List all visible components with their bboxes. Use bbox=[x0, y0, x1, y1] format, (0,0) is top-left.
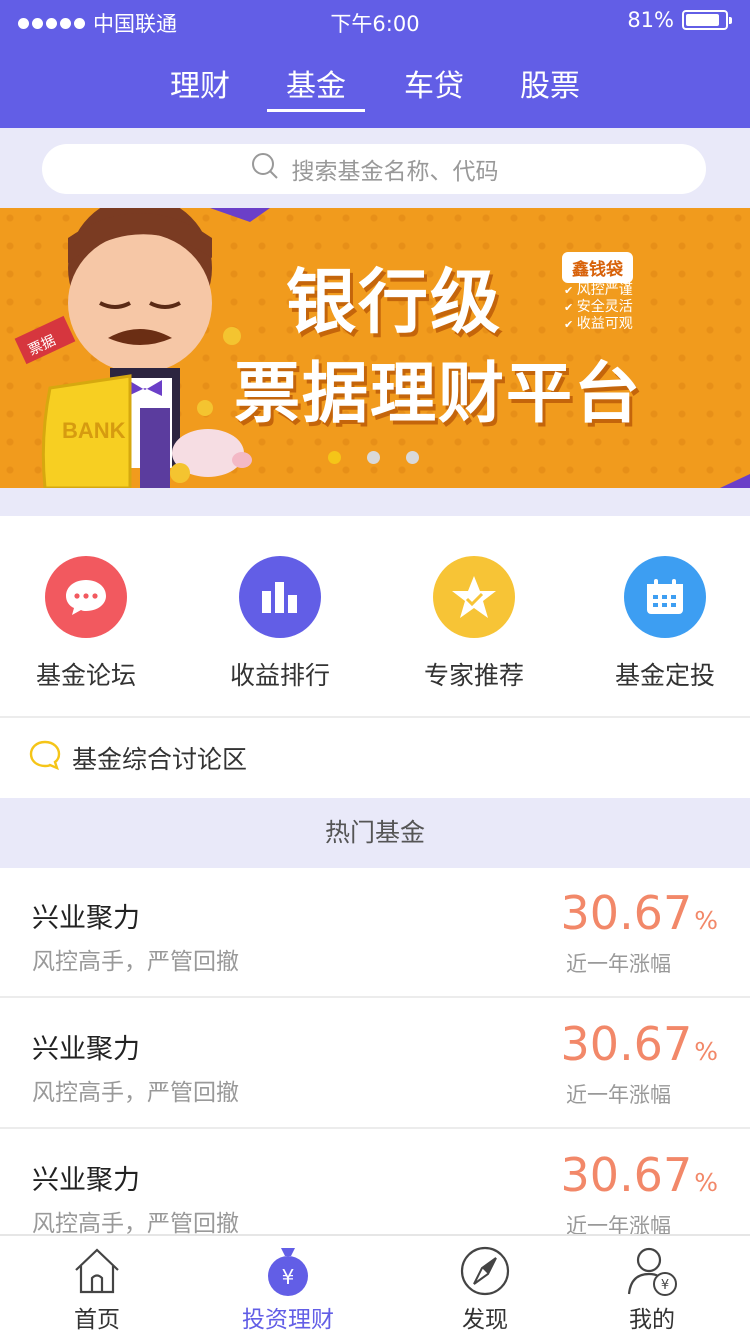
tabbar-label: 发现 bbox=[462, 1307, 508, 1333]
banner-feature: 风控严谨 bbox=[564, 282, 633, 299]
tabbar-label: 我的 bbox=[629, 1307, 675, 1333]
tabbar-item-mine[interactable]: ¥ 我的 bbox=[592, 1244, 712, 1334]
forum-label: 基金综合讨论区 bbox=[72, 745, 248, 774]
fund-desc: 风控高手，严管回撤 bbox=[32, 949, 239, 975]
speech-bubble-icon bbox=[28, 739, 62, 777]
pager-dot-active[interactable] bbox=[328, 451, 341, 464]
fund-rate-unit: % bbox=[694, 1037, 718, 1066]
banner-feature: 安全灵活 bbox=[564, 299, 633, 316]
fund-row[interactable]: 兴业聚力 风控高手，严管回撤 30.67% 近一年涨幅 bbox=[0, 999, 750, 1129]
search-input[interactable]: 搜索基金名称、代码 bbox=[42, 144, 706, 194]
banner-feature: 收益可观 bbox=[564, 316, 633, 333]
search-area: 搜索基金名称、代码 bbox=[0, 128, 750, 208]
banner-features: 风控严谨 安全灵活 收益可观 bbox=[564, 282, 633, 333]
quick-link-label: 基金论坛 bbox=[35, 661, 136, 690]
compass-icon bbox=[425, 1244, 545, 1298]
fund-rate-value: 30.67 bbox=[560, 1017, 693, 1071]
fund-rate-unit: % bbox=[694, 906, 718, 935]
pager-dot[interactable] bbox=[406, 451, 419, 464]
calendar-icon bbox=[624, 556, 706, 638]
bar-chart-icon bbox=[239, 556, 321, 638]
banner-subheadline: 票据理财平台 bbox=[234, 355, 642, 432]
banner-decoration bbox=[720, 474, 750, 488]
search-icon bbox=[250, 151, 280, 187]
hot-funds-title: 热门基金 bbox=[0, 798, 750, 868]
quick-link-auto-invest[interactable]: 基金定投 bbox=[580, 556, 750, 692]
quick-link-expert[interactable]: 专家推荐 bbox=[389, 556, 559, 692]
banner-headline: 银行级 bbox=[286, 261, 502, 343]
fund-row[interactable]: 兴业聚力 风控高手，严管回撤 30.67% 近一年涨幅 bbox=[0, 868, 750, 998]
svg-text:¥: ¥ bbox=[661, 1278, 669, 1293]
tab-jijin[interactable]: 基金 bbox=[266, 64, 366, 112]
money-bag-icon: ¥ bbox=[228, 1244, 348, 1298]
battery-percent: 81% bbox=[627, 8, 674, 32]
bottom-tab-bar: 首页 ¥ 投资理财 发现 ¥ 我的 bbox=[0, 1234, 750, 1334]
chat-bubble-icon bbox=[45, 556, 127, 638]
fund-rate-label: 近一年涨幅 bbox=[566, 952, 671, 976]
quick-link-label: 收益排行 bbox=[229, 661, 330, 690]
banner-brand: 鑫钱袋 bbox=[562, 252, 633, 283]
fund-rate: 30.67% bbox=[561, 886, 718, 940]
top-tabs: 理财 基金 车贷 股票 bbox=[0, 64, 750, 116]
fund-desc: 风控高手，严管回撤 bbox=[32, 1080, 239, 1106]
svg-text:BANK: BANK bbox=[62, 418, 126, 443]
fund-name: 兴业聚力 bbox=[32, 903, 140, 934]
forum-entry[interactable]: 基金综合讨论区 bbox=[0, 718, 750, 798]
banner-pager bbox=[328, 451, 419, 464]
quick-links: 基金论坛 收益排行 专家推荐 基金定投 bbox=[0, 516, 750, 716]
fund-rate-value: 30.67 bbox=[560, 886, 693, 940]
quick-link-ranking[interactable]: 收益排行 bbox=[195, 556, 365, 692]
tabbar-item-home[interactable]: 首页 bbox=[37, 1244, 157, 1334]
pager-dot[interactable] bbox=[367, 451, 380, 464]
tabbar-label: 投资理财 bbox=[242, 1307, 334, 1333]
search-placeholder: 搜索基金名称、代码 bbox=[291, 159, 499, 185]
fund-name: 兴业聚力 bbox=[32, 1165, 140, 1196]
fund-desc: 风控高手，严管回撤 bbox=[32, 1211, 239, 1237]
tabbar-item-invest[interactable]: ¥ 投资理财 bbox=[228, 1244, 348, 1334]
promo-banner[interactable]: BANK 票据 银行级 票据理财平台 鑫钱袋 风控严谨 安全灵活 收益可观 bbox=[0, 208, 750, 488]
tab-licai[interactable]: 理财 bbox=[150, 64, 250, 110]
status-bar: 中国联通 下午6:00 81% bbox=[0, 0, 750, 40]
quick-link-label: 基金定投 bbox=[614, 661, 715, 690]
svg-text:¥: ¥ bbox=[282, 1265, 295, 1289]
user-icon: ¥ bbox=[592, 1244, 712, 1298]
quick-link-label: 专家推荐 bbox=[423, 661, 524, 690]
star-badge-icon bbox=[433, 556, 515, 638]
fund-rate: 30.67% bbox=[561, 1017, 718, 1071]
header-bar: 中国联通 下午6:00 81% 理财 基金 车贷 股票 bbox=[0, 0, 750, 128]
tab-gupiao[interactable]: 股票 bbox=[500, 64, 600, 110]
home-icon bbox=[37, 1244, 157, 1298]
quick-link-forum[interactable]: 基金论坛 bbox=[1, 556, 171, 692]
fund-name: 兴业聚力 bbox=[32, 1034, 140, 1065]
fund-rate-label: 近一年涨幅 bbox=[566, 1083, 671, 1107]
fund-rate-unit: % bbox=[694, 1168, 718, 1197]
tabbar-item-discover[interactable]: 发现 bbox=[425, 1244, 545, 1334]
battery-icon bbox=[682, 10, 732, 30]
tab-chedai[interactable]: 车贷 bbox=[384, 64, 484, 110]
fund-rate: 30.67% bbox=[561, 1148, 718, 1202]
tabbar-label: 首页 bbox=[74, 1307, 120, 1333]
fund-rate-value: 30.67 bbox=[560, 1148, 693, 1202]
